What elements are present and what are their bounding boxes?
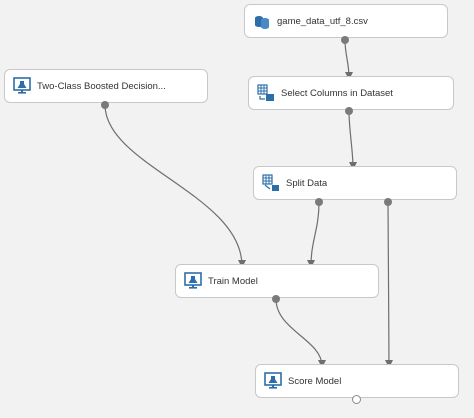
module-label: Select Columns in Dataset bbox=[281, 87, 393, 99]
module-dataset-node[interactable]: game_data_utf_8.csv bbox=[244, 4, 448, 38]
edge-split-to-score bbox=[384, 201, 393, 368]
table-split-icon bbox=[262, 174, 279, 191]
output-port[interactable] bbox=[345, 107, 353, 115]
output-port-unconnected[interactable] bbox=[352, 395, 361, 404]
output-port[interactable] bbox=[101, 101, 109, 109]
model-monitor-icon bbox=[184, 272, 202, 289]
model-monitor-icon bbox=[264, 372, 282, 389]
output-port-left[interactable] bbox=[315, 198, 323, 206]
output-port[interactable] bbox=[341, 36, 349, 44]
module-score-model-node[interactable]: Score Model bbox=[255, 364, 459, 398]
module-label: Two-Class Boosted Decision... bbox=[37, 80, 166, 92]
output-port-right[interactable] bbox=[384, 198, 392, 206]
table-transform-icon bbox=[257, 84, 274, 101]
flask-icon bbox=[13, 77, 31, 94]
module-split-data-node[interactable]: Split Data bbox=[253, 166, 457, 200]
module-label: Split Data bbox=[286, 177, 328, 189]
edge-split-to-train bbox=[307, 201, 320, 268]
module-label: game_data_utf_8.csv bbox=[277, 15, 368, 27]
module-select-columns-node[interactable]: Select Columns in Dataset bbox=[248, 76, 454, 110]
edge-dataset-to-select bbox=[344, 39, 353, 80]
edge-select-to-split bbox=[348, 110, 357, 170]
dataset-icon bbox=[255, 16, 269, 29]
edge-train-to-score bbox=[275, 298, 326, 368]
module-train-model-node[interactable]: Train Model bbox=[175, 264, 379, 298]
experiment-canvas bbox=[104, 39, 393, 368]
edge-boosted-to-train bbox=[104, 104, 246, 268]
module-label: Score Model bbox=[288, 375, 342, 387]
output-port[interactable] bbox=[272, 295, 280, 303]
module-boosted-tree-node[interactable]: Two-Class Boosted Decision... bbox=[4, 69, 208, 103]
module-label: Train Model bbox=[208, 275, 258, 287]
